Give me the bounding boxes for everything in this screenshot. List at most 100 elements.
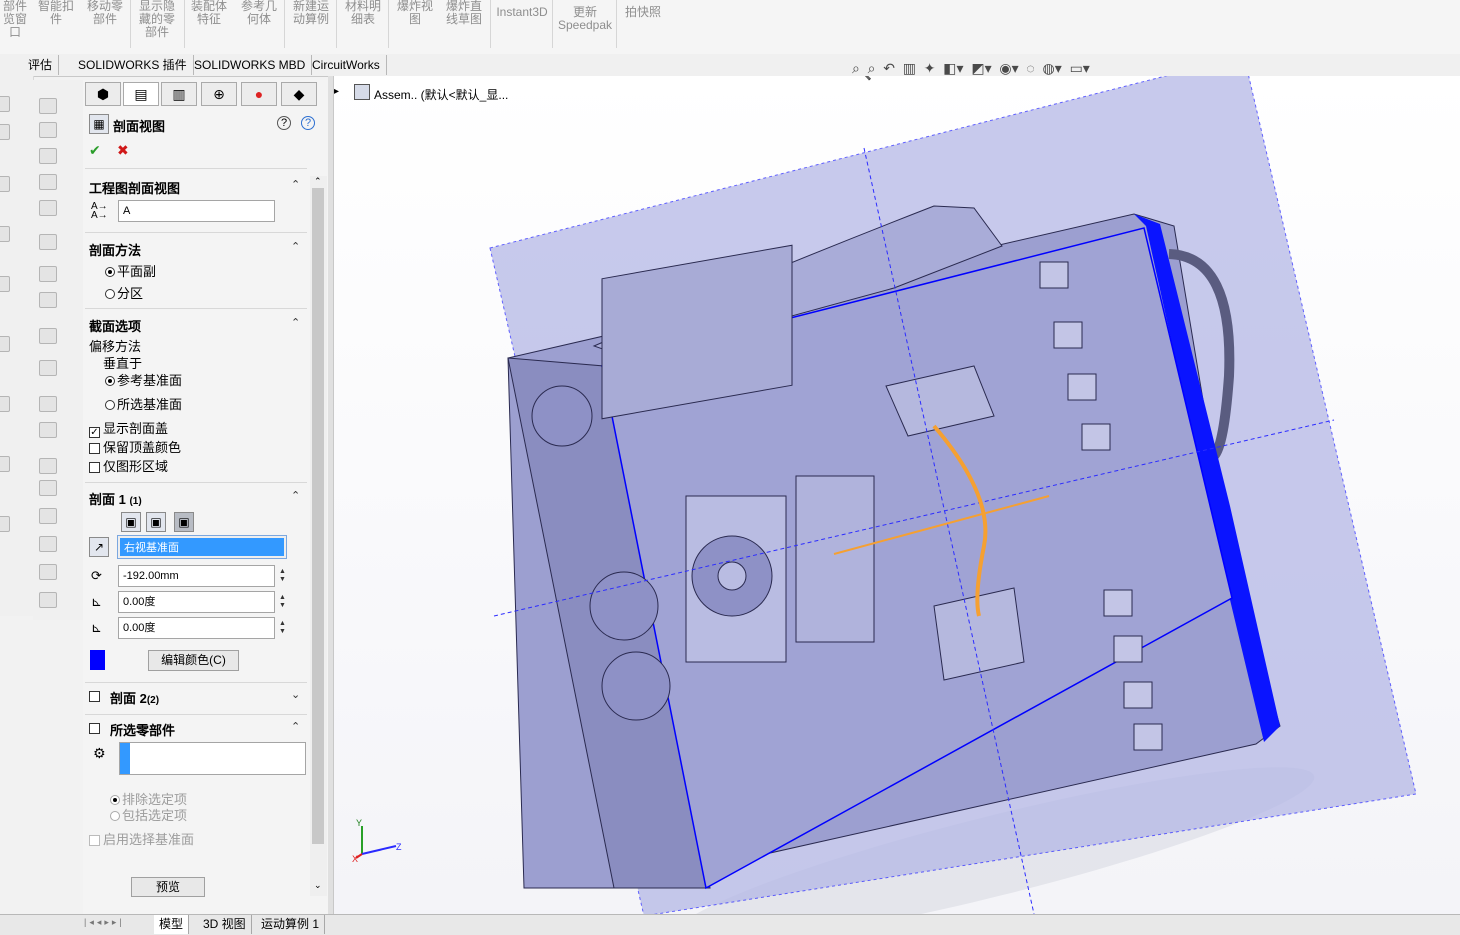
tool-icon[interactable] [0,456,10,472]
angle-y-input[interactable]: 0.00度 [118,617,275,639]
tool-icon[interactable] [39,200,57,216]
section-label-input[interactable]: A [118,200,275,222]
keep-cap-color-checkbox[interactable]: 保留顶盖颜色 [89,437,181,456]
tool-icon[interactable] [39,592,57,608]
dynamic-annotation-icon[interactable]: ✦ [924,60,936,76]
ribbon-item-assembly-features[interactable]: 装配体 特征 [186,0,232,26]
cap-color-swatch[interactable] [90,650,105,670]
tool-icon[interactable] [39,148,57,164]
info-icon[interactable]: ? [301,116,315,130]
ribbon-item-bom[interactable]: 材料明 细表 [340,0,386,26]
selected-parts-checkbox[interactable] [89,720,103,735]
tool-icon[interactable] [0,516,10,532]
tab-cam[interactable]: ◆ [281,82,317,106]
previous-view-icon[interactable]: ↶ [883,60,895,76]
tab-circuitworks[interactable]: CircuitWorks [306,55,387,75]
section-plane-selection[interactable]: 右视基准面 [117,535,287,559]
selected-parts-list[interactable] [119,742,306,775]
tool-icon[interactable] [39,536,57,552]
include-radio[interactable]: 包括选定项 [110,805,187,824]
section-view-toggle-icon[interactable]: ▥ [903,60,916,76]
section-side2-icon[interactable]: ▣ [146,512,166,532]
expand-chevron-icon[interactable]: ⌄ [291,688,300,701]
tab-evaluate[interactable]: 评估 [22,55,60,75]
tab-motion-study-1[interactable]: 运动算例 1 [256,915,326,934]
tool-icon[interactable] [39,508,57,524]
zoom-fit-icon[interactable]: ⌕ [852,60,860,76]
tool-icon[interactable] [39,458,57,474]
help-icon[interactable]: ? [277,116,291,130]
tool-icon[interactable] [39,174,57,190]
view-settings-icon[interactable]: ▭ [1070,60,1083,76]
tab-navigation-arrows-icon[interactable]: |◂◂▸▸| [84,917,125,928]
tab-solidworks-addins[interactable]: SOLIDWORKS 插件 [72,55,194,75]
tool-icon[interactable] [0,96,10,112]
display-style-icon[interactable]: ◩ [971,60,984,76]
tab-model[interactable]: 模型 [154,915,190,934]
tool-icon[interactable] [39,564,57,580]
enable-plane-checkbox[interactable]: 启用选择基准面 [89,829,194,848]
pm-scrollbar[interactable]: ⌃ ⌄ [310,176,327,896]
scroll-thumb[interactable] [312,188,324,844]
tab-3d-view[interactable]: 3D 视图 [198,915,252,934]
collapse-chevron-icon[interactable]: ⌃ [291,489,300,502]
spin-buttons-icon[interactable]: ▲ ▼ [279,620,286,636]
section2-checkbox[interactable] [89,688,103,703]
tab-dimxpert[interactable]: ⊕ [201,82,237,106]
angle-x-input[interactable]: 0.00度 [118,591,275,613]
collapse-chevron-icon[interactable]: ⌃ [291,178,300,191]
ribbon-item-instant3d[interactable]: Instant3D [494,6,550,19]
tab-feature-manager[interactable]: ⬢ [85,82,121,106]
graphics-viewport[interactable]: Y Z X 🔍 ▸ Assem.. (默认<默认_显... [334,76,1460,914]
collapse-chevron-icon[interactable]: ⌃ [291,720,300,733]
view-orientation-icon[interactable]: ◧ [943,60,956,76]
tree-expand-icon[interactable]: ▸ [334,86,339,97]
scroll-down-icon[interactable]: ⌄ [314,880,322,891]
cancel-icon[interactable]: ✖ [117,142,129,159]
tool-icon[interactable] [39,292,57,308]
tool-icon[interactable] [0,336,10,352]
hide-show-items-icon[interactable]: ◉ [999,60,1011,76]
tab-display-manager[interactable]: ● [241,82,277,106]
ribbon-item-component-preview[interactable]: 部件 览窗 口 [0,0,30,39]
tool-icon[interactable] [39,234,57,250]
tool-icon[interactable] [39,360,57,376]
tree-root-label[interactable]: Assem.. (默认<默认_显... [374,86,508,103]
tool-icon[interactable] [0,276,10,292]
collapse-chevron-icon[interactable]: ⌃ [291,316,300,329]
distance-input[interactable]: -192.00mm [118,565,275,587]
spin-buttons-icon[interactable]: ▲ ▼ [279,568,286,584]
ribbon-item-reference-geometry[interactable]: 参考几 何体 [236,0,282,26]
ribbon-item-smart-fasteners[interactable]: 智能扣 件 [36,0,76,26]
ribbon-item-show-hidden[interactable]: 显示隐 藏的零 部件 [134,0,180,39]
graphics-only-checkbox[interactable]: 仅图形区域 [89,456,168,475]
show-cap-checkbox[interactable]: ✓ 显示剖面盖 [89,418,168,438]
ribbon-item-explode-line-sketch[interactable]: 爆炸直 线草图 [440,0,488,26]
reverse-direction-icon[interactable]: ↗ [89,537,109,557]
tool-icon[interactable] [39,266,57,282]
ribbon-item-move-component[interactable]: 移动零 部件 [84,0,126,26]
tool-icon[interactable] [39,396,57,412]
tool-icon[interactable] [39,480,57,496]
tab-solidworks-mbd[interactable]: SOLIDWORKS MBD [188,55,313,75]
ref-plane-radio[interactable]: 参考基准面 [105,370,182,389]
ribbon-item-exploded-view[interactable]: 爆炸视 图 [392,0,438,26]
scroll-up-icon[interactable]: ⌃ [314,176,322,187]
zoom-area-icon[interactable]: ⌕ [868,60,876,76]
preview-button[interactable]: 预览 [131,877,205,897]
method-zonal-radio[interactable]: 分区 [105,283,143,302]
tool-icon[interactable] [39,328,57,344]
tool-icon[interactable] [0,396,10,412]
tool-icon[interactable] [39,98,57,114]
method-planar-radio[interactable]: 平面副 [105,261,156,280]
ok-icon[interactable]: ✔ [89,142,101,159]
section-side1-icon[interactable]: ▣ [121,512,141,532]
tab-property-manager[interactable]: ▤ [123,82,159,106]
tab-configuration-manager[interactable]: ▥ [161,82,197,106]
edit-color-button[interactable]: 编辑颜色(C) [148,650,239,671]
tool-icon[interactable] [0,176,10,192]
ribbon-item-new-motion-study[interactable]: 新建运 动算例 [288,0,334,26]
collapse-chevron-icon[interactable]: ⌃ [291,240,300,253]
spin-buttons-icon[interactable]: ▲ ▼ [279,594,286,610]
tool-icon[interactable] [39,122,57,138]
